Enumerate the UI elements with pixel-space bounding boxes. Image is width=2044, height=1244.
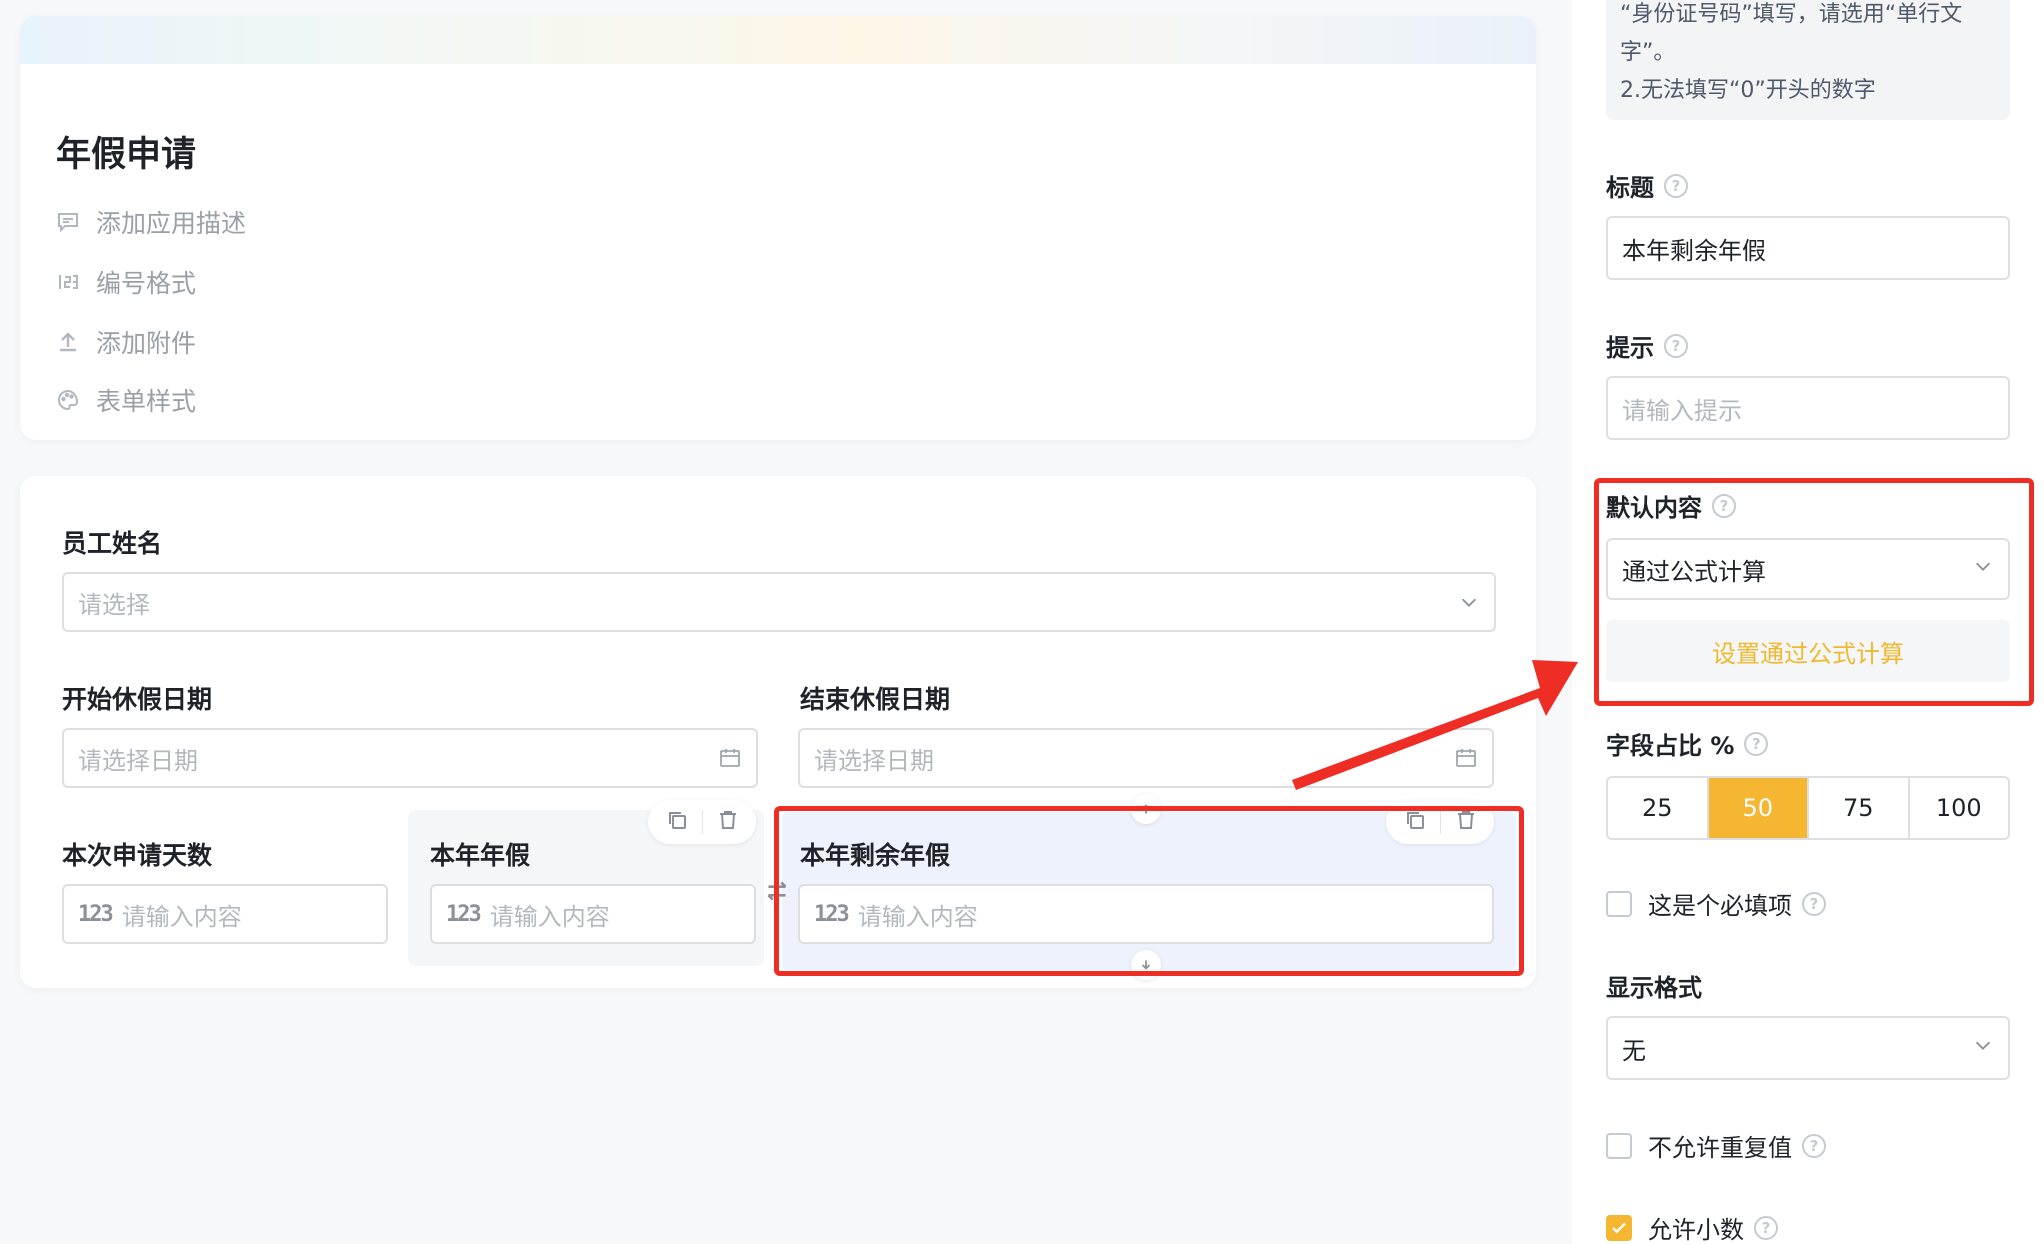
hint-label-text: 提示 <box>1606 334 1654 362</box>
form-style-option[interactable]: 表单样式 <box>54 380 196 420</box>
default-content-label: 默认内容 ? <box>1606 488 1736 523</box>
allow-decimal-checkbox[interactable] <box>1606 1214 1632 1241</box>
allow-decimal-label: 允许小数 <box>1648 1216 1744 1244</box>
display-format-label: 显示格式 <box>1606 968 1702 1003</box>
title-input[interactable]: 本年剩余年假 <box>1606 216 2010 280</box>
default-content-value: 通过公式计算 <box>1622 557 1766 586</box>
note-line: 2.无法填写“0”开头的数字 <box>1620 78 1876 103</box>
annual-leave-placeholder: 请输入内容 <box>489 902 610 931</box>
help-icon[interactable]: ? <box>1744 731 1769 756</box>
help-icon[interactable]: ? <box>1802 1133 1826 1158</box>
default-content-label-text: 默认内容 <box>1606 494 1702 522</box>
no-duplicate-checkbox-row[interactable]: 不允许重复值 ? <box>1606 1128 1826 1163</box>
employee-name-placeholder: 请选择 <box>78 590 150 619</box>
trash-icon[interactable] <box>1454 808 1478 836</box>
field-ratio-label: 字段占比 % ? <box>1606 726 1769 761</box>
number-format-option[interactable]: 编号格式 <box>54 262 196 302</box>
ratio-option-25[interactable]: 25 <box>1608 778 1709 838</box>
start-date-placeholder: 请选择日期 <box>78 746 198 775</box>
number-format-label: 编号格式 <box>96 269 197 298</box>
end-date-placeholder: 请选择日期 <box>814 746 934 775</box>
days-label: 本次申请天数 <box>62 841 213 870</box>
days-placeholder: 请输入内容 <box>121 902 242 931</box>
property-panel: “身份证号码”填写，请选用“单行文 字”。 2.无法填写“0”开头的数字 标题 … <box>1572 0 2044 1244</box>
upload-icon <box>54 328 82 356</box>
form-header-card: 年假申请 添加应用描述 编号格式 添加附件 表单样式 <box>20 16 1536 440</box>
number-icon: 123 <box>814 901 850 927</box>
resize-handle-icon[interactable] <box>764 876 790 910</box>
hint-placeholder: 请输入提示 <box>1622 396 1742 425</box>
palette-icon <box>54 386 82 414</box>
end-date-label: 结束休假日期 <box>800 685 951 714</box>
calendar-icon <box>718 746 742 770</box>
annual-leave-label: 本年年假 <box>430 841 531 870</box>
start-date-label: 开始休假日期 <box>62 685 213 714</box>
header-gradient-banner <box>20 16 1536 64</box>
help-icon[interactable]: ? <box>1664 173 1688 198</box>
remaining-leave-input[interactable]: 123 请输入内容 <box>798 884 1494 944</box>
add-description-option[interactable]: 添加应用描述 <box>54 202 246 242</box>
remaining-leave-placeholder: 请输入内容 <box>857 902 978 931</box>
note-line: 字”。 <box>1620 40 1676 65</box>
hint-input[interactable]: 请输入提示 <box>1606 376 2010 440</box>
required-label: 这是个必填项 <box>1648 892 1792 920</box>
display-format-label-text: 显示格式 <box>1606 974 1702 1002</box>
allow-decimal-checkbox-row[interactable]: 允许小数 ? <box>1606 1210 1778 1244</box>
number-format-icon <box>54 268 82 296</box>
remaining-leave-label: 本年剩余年假 <box>800 841 951 870</box>
ratio-option-75[interactable]: 75 <box>1809 778 1910 838</box>
employee-name-label: 员工姓名 <box>62 529 163 558</box>
comment-icon <box>54 208 82 236</box>
chevron-down-icon <box>1972 1034 1994 1062</box>
remaining-leave-field-toolbar <box>1386 800 1494 844</box>
help-icon[interactable]: ? <box>1754 1215 1778 1240</box>
hint-label: 提示 ? <box>1606 328 1688 363</box>
field-ratio-segmented: 25 50 75 100 <box>1606 776 2010 840</box>
help-icon[interactable]: ? <box>1802 891 1826 916</box>
no-duplicate-checkbox[interactable] <box>1606 1132 1632 1159</box>
required-checkbox-row[interactable]: 这是个必填项 ? <box>1606 886 1826 921</box>
check-icon <box>1612 1222 1626 1233</box>
help-icon[interactable]: ? <box>1712 493 1736 518</box>
field-ratio-label-text: 字段占比 % <box>1606 732 1735 760</box>
form-title[interactable]: 年假申请 <box>56 126 196 177</box>
add-attachment-label: 添加附件 <box>96 329 197 358</box>
note-line: “身份证号码”填写，请选用“单行文 <box>1620 2 1963 27</box>
ratio-option-100[interactable]: 100 <box>1910 778 2009 838</box>
copy-icon[interactable] <box>1403 808 1427 836</box>
no-duplicate-label: 不允许重复值 <box>1648 1134 1792 1162</box>
chevron-down-icon <box>1972 555 1994 583</box>
days-input[interactable]: 123 请输入内容 <box>62 884 388 944</box>
display-format-value: 无 <box>1622 1036 1646 1065</box>
title-value: 本年剩余年假 <box>1622 236 1766 265</box>
insert-above-handle[interactable] <box>1131 794 1161 824</box>
default-content-select[interactable]: 通过公式计算 <box>1606 538 2010 600</box>
set-formula-button[interactable]: 设置通过公式计算 <box>1606 620 2010 682</box>
annual-leave-field-toolbar <box>648 800 756 844</box>
field-note: “身份证号码”填写，请选用“单行文 字”。 2.无法填写“0”开头的数字 <box>1606 0 2010 120</box>
trash-icon[interactable] <box>716 808 740 836</box>
ratio-option-50[interactable]: 50 <box>1708 778 1809 838</box>
calendar-icon <box>1454 746 1478 770</box>
add-attachment-option[interactable]: 添加附件 <box>54 322 196 362</box>
title-label-text: 标题 <box>1606 174 1654 202</box>
copy-icon[interactable] <box>665 808 689 836</box>
add-description-label: 添加应用描述 <box>96 209 247 238</box>
number-icon: 123 <box>78 901 114 927</box>
number-icon: 123 <box>446 901 482 927</box>
toolbar-divider <box>701 810 703 834</box>
end-date-picker[interactable]: 请选择日期 <box>798 728 1494 788</box>
title-label: 标题 ? <box>1606 168 1688 203</box>
employee-name-select[interactable]: 请选择 <box>62 572 1496 632</box>
required-checkbox[interactable] <box>1606 890 1632 917</box>
help-icon[interactable]: ? <box>1664 333 1688 358</box>
form-style-label: 表单样式 <box>96 387 197 416</box>
chevron-down-icon <box>1458 591 1480 613</box>
display-format-select[interactable]: 无 <box>1606 1016 2010 1080</box>
insert-below-handle[interactable] <box>1131 950 1161 980</box>
annual-leave-input[interactable]: 123 请输入内容 <box>430 884 756 944</box>
toolbar-divider <box>1439 810 1441 834</box>
start-date-picker[interactable]: 请选择日期 <box>62 728 758 788</box>
